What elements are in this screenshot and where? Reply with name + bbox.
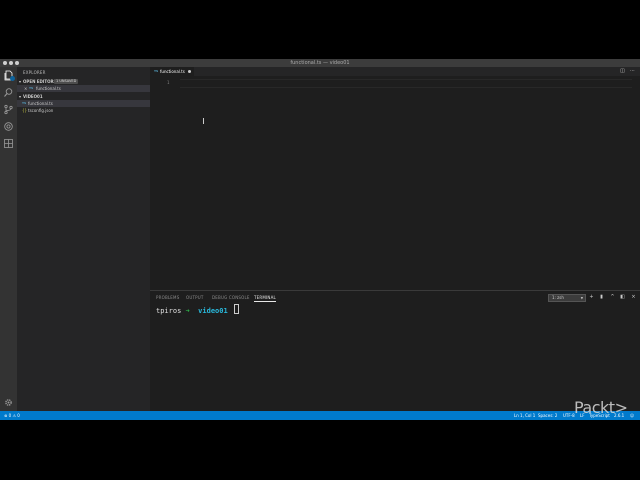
json-file-icon: {} (22, 108, 28, 113)
editor-tabs: TS functional.ts ◫ ⋯ (150, 67, 640, 76)
explorer-sidebar: EXPLORER ▾ OPEN EDITORS 1 UNSAVED × TS f… (17, 67, 150, 411)
editor-area[interactable]: TS functional.ts ◫ ⋯ 1 (150, 67, 640, 290)
chevron-down-icon: ▼ (580, 296, 583, 300)
tab-problems[interactable]: PROBLEMS (156, 294, 179, 301)
new-terminal-icon[interactable]: + (588, 294, 595, 301)
close-icon[interactable]: × (630, 294, 637, 301)
problems-status[interactable]: ⊗ 0 ⚠ 0 (4, 411, 20, 420)
tab-label: functional.ts (160, 69, 185, 74)
file-item[interactable]: {} tsconfig.json (17, 107, 150, 114)
tab-functional-ts[interactable]: TS functional.ts (150, 67, 194, 76)
file-name: functional.ts (28, 101, 53, 106)
typescript-file-icon: TS (154, 69, 159, 73)
debug-icon[interactable] (3, 121, 14, 132)
prompt-directory: video01 (198, 307, 228, 315)
maximize-panel-icon[interactable]: ◧ (619, 294, 626, 301)
chevron-up-icon[interactable]: ^ (609, 294, 616, 301)
source-control-icon[interactable] (3, 104, 14, 115)
tab-terminal[interactable]: TERMINAL (254, 294, 276, 302)
prompt-user: tpiros (156, 307, 182, 315)
file-item[interactable]: TS functional.ts (17, 100, 150, 107)
typescript-file-icon: TS (22, 101, 27, 105)
prompt-arrow-icon: ➜ (185, 307, 190, 315)
line-number: 1 (167, 80, 170, 85)
more-actions-icon[interactable]: ⋯ (629, 68, 636, 75)
packt-logo: Packt> (574, 398, 628, 417)
folder-header[interactable]: ▾ VIDEO01 (17, 93, 150, 100)
split-editor-icon[interactable]: ◫ (619, 68, 626, 75)
indentation-status[interactable]: Spaces: 2 (538, 411, 557, 420)
bottom-panel: PROBLEMS OUTPUT DEBUG CONSOLE TERMINAL 1… (150, 290, 640, 412)
open-editor-item[interactable]: × TS functional.ts (17, 85, 150, 92)
window-title: functional.ts — video01 (290, 60, 350, 66)
open-editors-header[interactable]: ▾ OPEN EDITORS 1 UNSAVED (17, 78, 150, 85)
terminal-select[interactable]: 1: zsh ▼ (548, 294, 586, 302)
chevron-down-icon: ▾ (19, 94, 22, 99)
unsaved-count-badge: 1 UNSAVED (54, 79, 79, 84)
tab-output[interactable]: OUTPUT (186, 294, 204, 301)
activity-bar (0, 67, 17, 411)
explorer-title: EXPLORER (23, 70, 46, 75)
status-bar: ⊗ 0 ⚠ 0 Ln 1, Col 1 Spaces: 2 UTF-8 LF T… (0, 411, 640, 420)
file-name: functional.ts (36, 86, 61, 91)
cursor-position[interactable]: Ln 1, Col 1 (514, 411, 535, 420)
feedback-smiley-icon[interactable]: ☺ (630, 411, 634, 420)
encoding-status[interactable]: UTF-8 (563, 411, 575, 420)
vscode-window: functional.ts — video01 EXPLORER ▾ OPEN … (0, 59, 640, 420)
text-cursor-icon (203, 118, 207, 124)
chevron-down-icon: ▾ (19, 79, 22, 84)
unsaved-badge (10, 76, 15, 81)
close-icon[interactable]: × (24, 85, 27, 92)
trash-icon[interactable]: ▮ (598, 294, 605, 301)
typescript-file-icon: TS (29, 86, 34, 90)
terminal-cursor (233, 304, 239, 314)
search-icon[interactable] (3, 87, 14, 98)
terminal-prompt[interactable]: tpiros ➜ video01 (156, 304, 239, 316)
title-bar: functional.ts — video01 (0, 59, 640, 67)
file-name: tsconfig.json (28, 108, 54, 113)
gear-icon[interactable] (3, 397, 14, 408)
extensions-icon[interactable] (3, 138, 14, 149)
tab-debug-console[interactable]: DEBUG CONSOLE (212, 294, 250, 301)
files-icon[interactable] (3, 70, 15, 81)
unsaved-dot-icon[interactable] (188, 70, 191, 73)
current-line-highlight (180, 79, 632, 88)
